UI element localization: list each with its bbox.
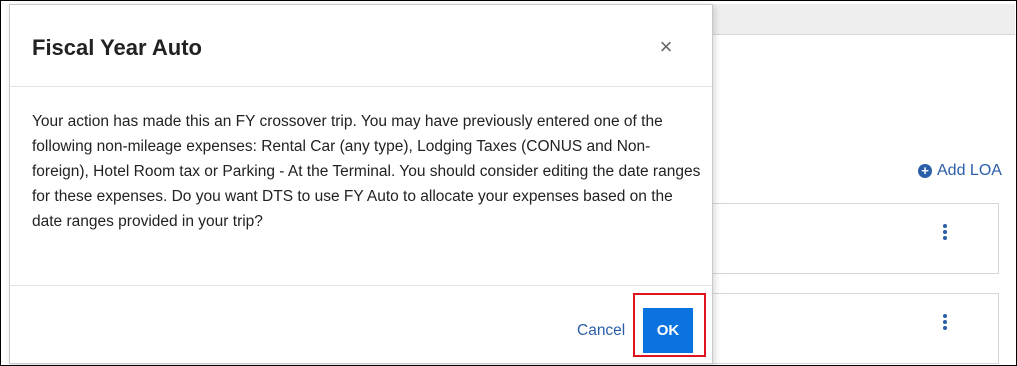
add-loa-label: Add LOA (937, 162, 1002, 179)
dialog-footer: Cancel OK (10, 285, 712, 364)
dialog-message: Your action has made this an FY crossove… (32, 113, 701, 230)
loa-row-card (712, 203, 999, 274)
close-icon[interactable]: × (656, 35, 676, 59)
add-loa-link[interactable]: + Add LOA (918, 160, 1002, 182)
cancel-button[interactable]: Cancel (577, 322, 625, 340)
dialog-title: Fiscal Year Auto (32, 35, 202, 60)
plus-circle-icon: + (918, 164, 932, 178)
background-top-bar (710, 4, 1015, 35)
kebab-menu-icon[interactable] (942, 314, 948, 330)
dialog-header: Fiscal Year Auto × (10, 5, 712, 87)
kebab-menu-icon[interactable] (942, 224, 948, 240)
loa-row-card (712, 293, 999, 364)
ok-button[interactable]: OK (643, 308, 693, 353)
fiscal-year-auto-dialog: Fiscal Year Auto × Your action has made … (9, 4, 713, 364)
